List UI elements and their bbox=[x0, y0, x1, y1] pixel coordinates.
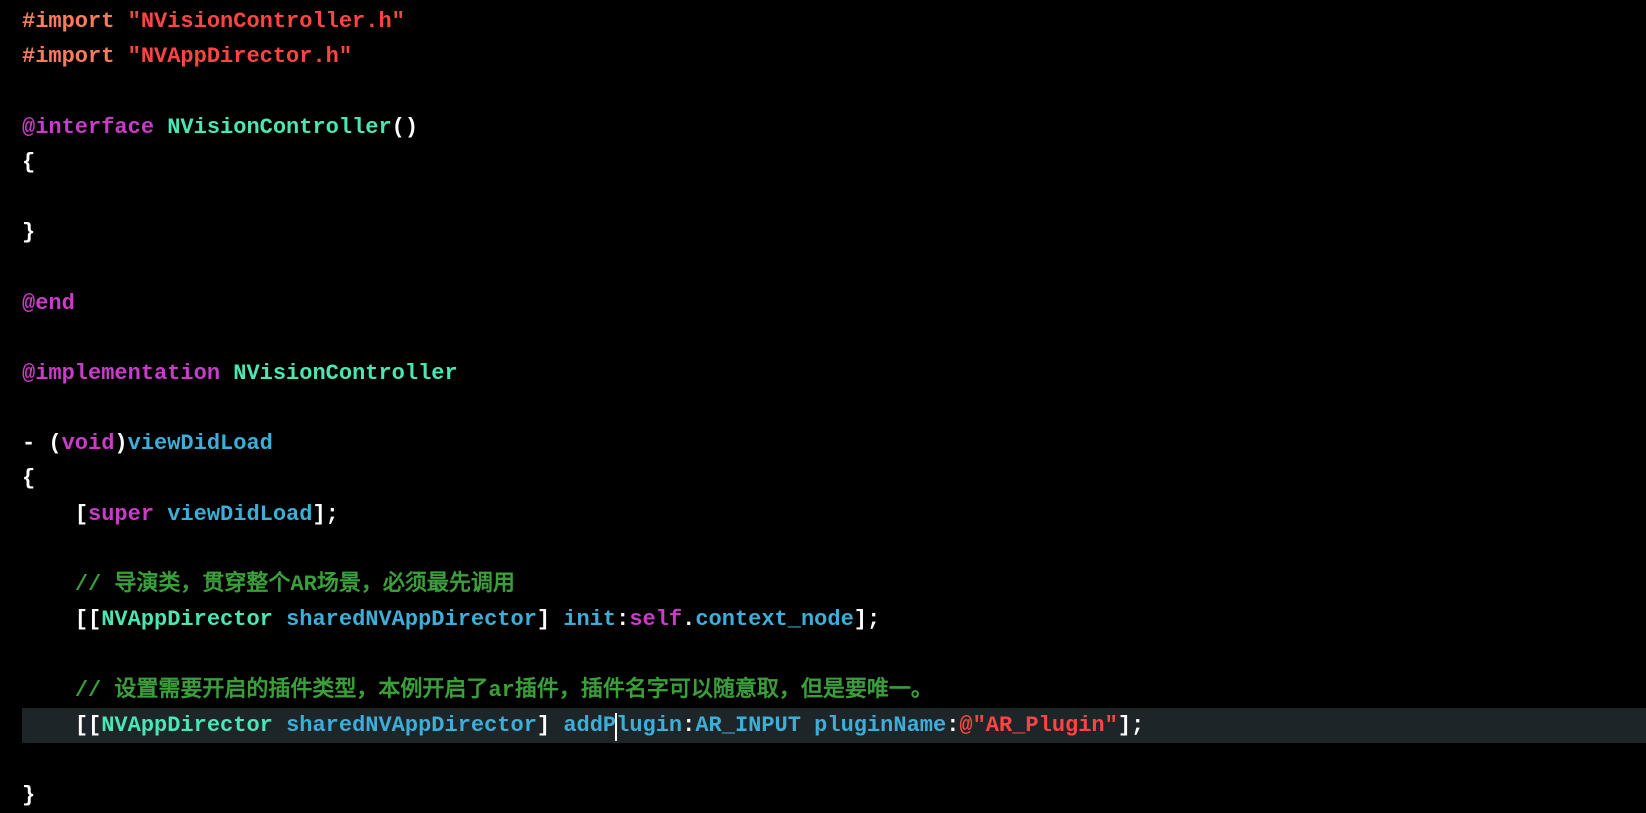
type-token: NVisionController bbox=[154, 115, 392, 140]
code-line[interactable] bbox=[22, 743, 1646, 778]
keyword-token: @interface bbox=[22, 115, 154, 140]
keyword-token: @implementation bbox=[22, 361, 220, 386]
constant-token: AR_INPUT bbox=[695, 713, 801, 738]
keyword-token: self bbox=[629, 607, 682, 632]
punct-token: : bbox=[616, 607, 629, 632]
code-line[interactable] bbox=[22, 74, 1646, 109]
brace-token: } bbox=[22, 220, 35, 245]
method-token: init bbox=[563, 607, 616, 632]
string-token: "NVAppDirector.h" bbox=[128, 44, 352, 69]
code-line[interactable] bbox=[22, 321, 1646, 356]
method-token: viewDidLoad bbox=[167, 502, 312, 527]
code-line[interactable]: // 导演类，贯穿整个AR场景，必须最先调用 bbox=[22, 567, 1646, 602]
code-line[interactable]: [[NVAppDirector sharedNVAppDirector] ini… bbox=[22, 602, 1646, 637]
punct-token: ] bbox=[537, 607, 563, 632]
code-line[interactable] bbox=[22, 532, 1646, 567]
code-line[interactable]: [super viewDidLoad]; bbox=[22, 497, 1646, 532]
code-line[interactable] bbox=[22, 250, 1646, 285]
code-line[interactable]: { bbox=[22, 461, 1646, 496]
punct-token: : bbox=[682, 713, 695, 738]
param-token: pluginName bbox=[814, 713, 946, 738]
method-token: sharedNVAppDirector bbox=[286, 607, 537, 632]
code-line[interactable]: #import "NVisionController.h" bbox=[22, 4, 1646, 39]
preproc-token: #import bbox=[22, 9, 114, 34]
at-token: @ bbox=[959, 713, 972, 738]
method-token: sharedNVAppDirector bbox=[286, 713, 537, 738]
method-token: viewDidLoad bbox=[128, 431, 273, 456]
type-token: NVisionController bbox=[220, 361, 458, 386]
brace-token: { bbox=[22, 466, 35, 491]
punct-token: : bbox=[946, 713, 959, 738]
keyword-token: void bbox=[62, 431, 115, 456]
code-line[interactable]: @interface NVisionController() bbox=[22, 110, 1646, 145]
code-line[interactable]: @implementation NVisionController bbox=[22, 356, 1646, 391]
code-line[interactable] bbox=[22, 180, 1646, 215]
method-token: addP bbox=[563, 713, 616, 738]
code-line[interactable]: #import "NVAppDirector.h" bbox=[22, 39, 1646, 74]
punct-token: ]; bbox=[312, 502, 338, 527]
punct-token: ]; bbox=[854, 607, 880, 632]
punct-token: [[ bbox=[75, 713, 101, 738]
code-line-current[interactable]: [[NVAppDirector sharedNVAppDirector] add… bbox=[22, 708, 1646, 743]
punct-token: ) bbox=[114, 431, 127, 456]
preproc-token: #import bbox=[22, 44, 114, 69]
code-line[interactable]: // 设置需要开启的插件类型，本例开启了ar插件，插件名字可以随意取，但是要唯一… bbox=[22, 673, 1646, 708]
code-line[interactable] bbox=[22, 637, 1646, 672]
code-editor[interactable]: #import "NVisionController.h" #import "N… bbox=[0, 0, 1646, 813]
keyword-token: super bbox=[88, 502, 154, 527]
code-line[interactable]: - (void)viewDidLoad bbox=[22, 426, 1646, 461]
brace-token: { bbox=[22, 150, 35, 175]
punct-token: . bbox=[682, 607, 695, 632]
punct-token: ]; bbox=[1118, 713, 1144, 738]
punct-token: [[ bbox=[75, 607, 101, 632]
punct-token: ] bbox=[537, 713, 563, 738]
string-token: "NVisionController.h" bbox=[128, 9, 405, 34]
type-token: NVAppDirector bbox=[101, 713, 273, 738]
punct-token: - bbox=[22, 431, 48, 456]
comment-token: // 导演类，贯穿整个AR场景，必须最先调用 bbox=[75, 572, 515, 597]
method-token: lugin bbox=[616, 713, 682, 738]
code-line[interactable]: } bbox=[22, 778, 1646, 813]
punct-token: () bbox=[392, 115, 418, 140]
punct-token: [ bbox=[75, 502, 88, 527]
property-token: context_node bbox=[695, 607, 853, 632]
brace-token: } bbox=[22, 783, 35, 808]
code-line[interactable] bbox=[22, 391, 1646, 426]
string-token: "AR_Plugin" bbox=[973, 713, 1118, 738]
keyword-token: @end bbox=[22, 291, 75, 316]
punct-token: ( bbox=[48, 431, 61, 456]
code-line[interactable]: } bbox=[22, 215, 1646, 250]
type-token: NVAppDirector bbox=[101, 607, 273, 632]
code-line[interactable]: @end bbox=[22, 286, 1646, 321]
code-line[interactable]: { bbox=[22, 145, 1646, 180]
comment-token: // 设置需要开启的插件类型，本例开启了ar插件，插件名字可以随意取，但是要唯一… bbox=[75, 678, 933, 703]
